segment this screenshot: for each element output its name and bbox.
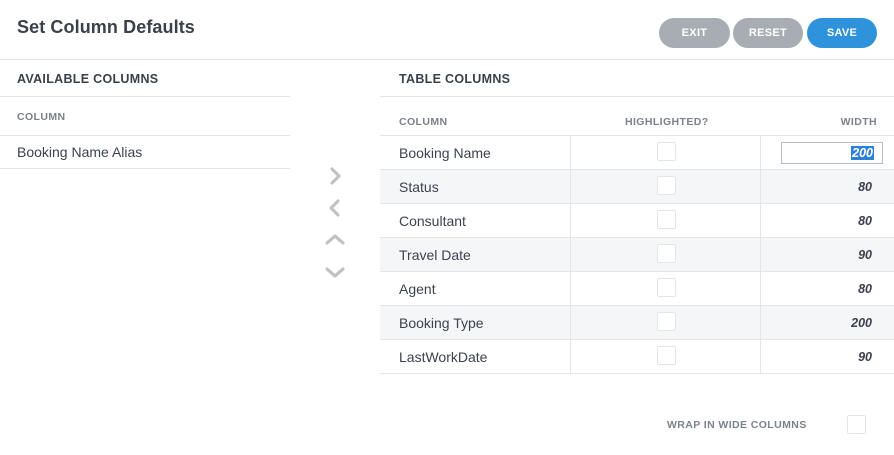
column-name: Consultant bbox=[399, 213, 466, 229]
cell-divider bbox=[760, 272, 761, 306]
move-right-button[interactable] bbox=[324, 165, 346, 187]
divider bbox=[0, 96, 290, 97]
cell-divider bbox=[570, 306, 571, 340]
cell-divider bbox=[570, 136, 571, 170]
cell-divider bbox=[760, 306, 761, 340]
page-title: Set Column Defaults bbox=[17, 17, 195, 37]
cell-divider bbox=[760, 170, 761, 204]
available-column-label: Booking Name Alias bbox=[17, 144, 143, 160]
table-row[interactable]: Booking Type 200 bbox=[380, 306, 894, 340]
column-name: Agent bbox=[399, 281, 436, 297]
cell-divider bbox=[570, 170, 571, 204]
highlighted-checkbox[interactable] bbox=[657, 176, 676, 195]
width-value[interactable]: 90 bbox=[858, 350, 872, 364]
width-value[interactable]: 80 bbox=[858, 282, 872, 296]
available-column-item[interactable]: Booking Name Alias bbox=[0, 136, 290, 169]
highlighted-checkbox[interactable] bbox=[657, 312, 676, 331]
header: Set Column Defaults EXIT RESET SAVE bbox=[0, 0, 894, 60]
cell-divider bbox=[760, 238, 761, 272]
highlighted-checkbox[interactable] bbox=[657, 278, 676, 297]
exit-button[interactable]: EXIT bbox=[659, 18, 730, 48]
table-row[interactable]: Agent 80 bbox=[380, 272, 894, 306]
cell-divider bbox=[760, 340, 761, 374]
column-name: Status bbox=[399, 179, 439, 195]
table-row[interactable]: LastWorkDate 90 bbox=[380, 340, 894, 374]
cell-divider bbox=[760, 136, 761, 170]
move-up-button[interactable] bbox=[324, 229, 346, 251]
width-value[interactable]: 80 bbox=[858, 214, 872, 228]
cell-divider bbox=[570, 204, 571, 238]
cell-divider bbox=[570, 272, 571, 306]
chevron-left-icon bbox=[329, 199, 340, 217]
column-name: Booking Name bbox=[399, 145, 491, 161]
wrap-wide-columns-label: WRAP IN WIDE COLUMNS bbox=[667, 419, 807, 431]
cell-divider bbox=[570, 238, 571, 272]
chevron-up-icon bbox=[325, 234, 345, 245]
table-rows: Booking Name 200 Status 80 Consultant 80… bbox=[380, 136, 894, 374]
cell-divider bbox=[570, 340, 571, 374]
width-value[interactable]: 200 bbox=[851, 316, 872, 330]
wrap-wide-columns-checkbox[interactable] bbox=[847, 415, 866, 434]
width-value: 200 bbox=[851, 146, 874, 160]
cell-divider bbox=[760, 204, 761, 238]
available-columns-title: AVAILABLE COLUMNS bbox=[17, 72, 159, 86]
width-input[interactable]: 200 bbox=[781, 142, 883, 164]
column-name: LastWorkDate bbox=[399, 349, 488, 365]
column-name: Travel Date bbox=[399, 247, 471, 263]
table-row[interactable]: Travel Date 90 bbox=[380, 238, 894, 272]
move-down-button[interactable] bbox=[324, 261, 346, 283]
width-value[interactable]: 80 bbox=[858, 180, 872, 194]
table-columns-title: TABLE COLUMNS bbox=[399, 72, 511, 86]
table-row[interactable]: Status 80 bbox=[380, 170, 894, 204]
move-left-button[interactable] bbox=[324, 197, 346, 219]
table-row[interactable]: Booking Name 200 bbox=[380, 136, 894, 170]
save-button[interactable]: SAVE bbox=[807, 18, 877, 48]
width-header: WIDTH bbox=[840, 116, 877, 128]
highlighted-checkbox[interactable] bbox=[657, 142, 676, 161]
reset-button[interactable]: RESET bbox=[733, 18, 803, 48]
chevron-down-icon bbox=[325, 267, 345, 278]
table-row[interactable]: Consultant 80 bbox=[380, 204, 894, 238]
highlighted-checkbox[interactable] bbox=[657, 210, 676, 229]
table-header: COLUMN HIGHLIGHTED? WIDTH bbox=[380, 97, 894, 136]
highlighted-header: HIGHLIGHTED? bbox=[625, 116, 709, 128]
width-value[interactable]: 90 bbox=[858, 248, 872, 262]
available-column-header: COLUMN bbox=[17, 111, 66, 123]
highlighted-checkbox[interactable] bbox=[657, 244, 676, 263]
highlighted-checkbox[interactable] bbox=[657, 346, 676, 365]
column-header: COLUMN bbox=[399, 116, 448, 128]
chevron-right-icon bbox=[330, 167, 341, 185]
move-controls bbox=[320, 165, 350, 285]
column-name: Booking Type bbox=[399, 315, 484, 331]
